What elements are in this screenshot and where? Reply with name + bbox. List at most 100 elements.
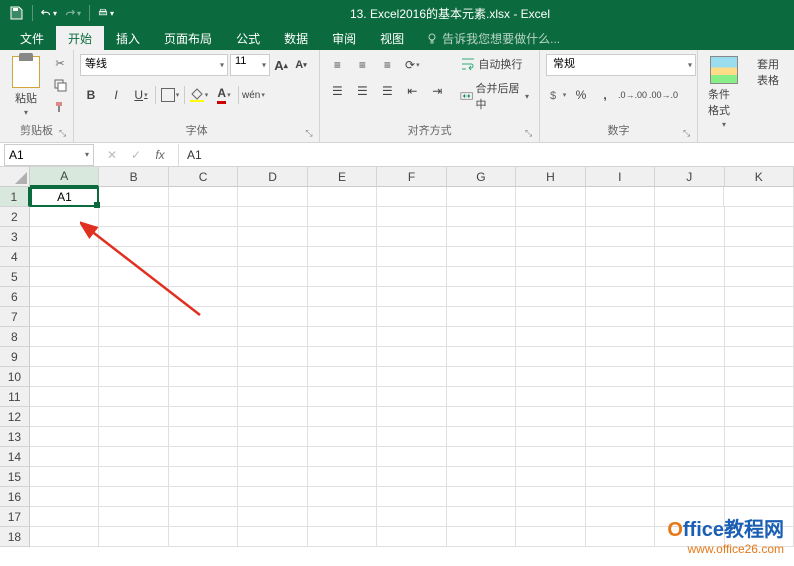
column-header[interactable]: E bbox=[308, 167, 377, 187]
row-header[interactable]: 11 bbox=[0, 387, 30, 407]
quick-print-icon[interactable]: ▾ bbox=[98, 5, 114, 21]
cell[interactable] bbox=[377, 427, 446, 447]
cell[interactable] bbox=[99, 227, 168, 247]
row-header[interactable]: 14 bbox=[0, 447, 30, 467]
cell[interactable] bbox=[516, 307, 585, 327]
cell[interactable] bbox=[586, 447, 655, 467]
cell[interactable] bbox=[238, 207, 307, 227]
cell[interactable] bbox=[30, 387, 99, 407]
cell[interactable] bbox=[308, 267, 377, 287]
merge-center-button[interactable]: 合并后居中 ▾ bbox=[456, 78, 533, 114]
cell[interactable] bbox=[377, 447, 446, 467]
cell[interactable] bbox=[586, 487, 655, 507]
cell[interactable] bbox=[238, 187, 307, 207]
cell[interactable] bbox=[377, 267, 446, 287]
font-name-select[interactable]: 等线▾ bbox=[80, 54, 228, 76]
cell[interactable] bbox=[447, 327, 516, 347]
cell[interactable] bbox=[725, 207, 794, 227]
cell[interactable] bbox=[516, 407, 585, 427]
cell[interactable] bbox=[308, 447, 377, 467]
fill-color-button[interactable] bbox=[188, 84, 210, 106]
cell[interactable] bbox=[516, 267, 585, 287]
cell[interactable] bbox=[586, 287, 655, 307]
cell[interactable] bbox=[169, 527, 238, 547]
cell[interactable] bbox=[516, 187, 585, 207]
tell-me[interactable]: 告诉我您想要做什么... bbox=[426, 30, 560, 47]
name-box[interactable]: A1▾ bbox=[4, 144, 94, 166]
row-header[interactable]: 5 bbox=[0, 267, 30, 287]
cell[interactable] bbox=[586, 327, 655, 347]
cell[interactable] bbox=[655, 187, 724, 207]
cell[interactable] bbox=[238, 487, 307, 507]
cell[interactable] bbox=[377, 287, 446, 307]
row-header[interactable]: 8 bbox=[0, 327, 30, 347]
cell[interactable] bbox=[447, 307, 516, 327]
cell[interactable] bbox=[99, 247, 168, 267]
cell[interactable] bbox=[99, 267, 168, 287]
cell[interactable] bbox=[725, 327, 794, 347]
cell[interactable] bbox=[655, 267, 724, 287]
cell[interactable] bbox=[655, 447, 724, 467]
row-header[interactable]: 3 bbox=[0, 227, 30, 247]
cell[interactable] bbox=[725, 267, 794, 287]
cell[interactable] bbox=[30, 327, 99, 347]
cell[interactable] bbox=[308, 487, 377, 507]
cell[interactable] bbox=[447, 187, 516, 207]
cell[interactable] bbox=[238, 227, 307, 247]
cell[interactable] bbox=[725, 347, 794, 367]
cell[interactable] bbox=[725, 387, 794, 407]
cell[interactable] bbox=[238, 347, 307, 367]
cell[interactable] bbox=[99, 347, 168, 367]
cell[interactable] bbox=[30, 467, 99, 487]
menu-file[interactable]: 文件 bbox=[8, 26, 56, 51]
decrease-font-icon[interactable]: A▾ bbox=[292, 54, 310, 76]
cell[interactable] bbox=[447, 347, 516, 367]
comma-icon[interactable]: , bbox=[594, 84, 616, 106]
format-painter-icon[interactable] bbox=[50, 98, 70, 116]
cell[interactable] bbox=[169, 307, 238, 327]
cell[interactable] bbox=[377, 307, 446, 327]
cell[interactable] bbox=[238, 447, 307, 467]
cell[interactable] bbox=[30, 407, 99, 427]
font-size-select[interactable]: 11▾ bbox=[230, 54, 270, 76]
cell[interactable] bbox=[308, 227, 377, 247]
cell[interactable] bbox=[377, 207, 446, 227]
cell[interactable] bbox=[725, 467, 794, 487]
column-header[interactable]: J bbox=[655, 167, 724, 187]
cell[interactable] bbox=[724, 187, 793, 207]
cell[interactable] bbox=[169, 347, 238, 367]
cell[interactable] bbox=[516, 347, 585, 367]
cell[interactable] bbox=[30, 287, 99, 307]
align-middle-icon[interactable]: ≡ bbox=[351, 54, 373, 76]
cell[interactable] bbox=[586, 267, 655, 287]
cell[interactable] bbox=[447, 227, 516, 247]
border-button[interactable] bbox=[159, 84, 181, 106]
number-format-select[interactable]: 常规▾ bbox=[546, 54, 696, 76]
number-launcher-icon[interactable]: ⤡ bbox=[683, 128, 695, 140]
cell[interactable] bbox=[169, 247, 238, 267]
indent-increase-icon[interactable]: ⇥ bbox=[426, 80, 448, 102]
cell[interactable] bbox=[586, 527, 655, 547]
cell[interactable] bbox=[447, 387, 516, 407]
cell[interactable] bbox=[30, 367, 99, 387]
cell[interactable] bbox=[725, 487, 794, 507]
cell[interactable] bbox=[238, 267, 307, 287]
row-header[interactable]: 13 bbox=[0, 427, 30, 447]
cell[interactable] bbox=[308, 507, 377, 527]
cell[interactable] bbox=[447, 287, 516, 307]
cell[interactable] bbox=[30, 507, 99, 527]
cell[interactable] bbox=[99, 307, 168, 327]
cell[interactable] bbox=[655, 367, 724, 387]
select-all-corner[interactable] bbox=[0, 167, 30, 187]
cell[interactable] bbox=[30, 307, 99, 327]
cell[interactable] bbox=[30, 447, 99, 467]
cell[interactable] bbox=[377, 407, 446, 427]
formula-input[interactable]: A1 bbox=[178, 144, 794, 166]
menu-review[interactable]: 审阅 bbox=[320, 26, 368, 51]
cell[interactable] bbox=[655, 487, 724, 507]
cell[interactable] bbox=[308, 427, 377, 447]
cell[interactable] bbox=[169, 207, 238, 227]
bold-button[interactable]: B bbox=[80, 84, 102, 106]
cell[interactable] bbox=[99, 387, 168, 407]
cell[interactable] bbox=[655, 407, 724, 427]
